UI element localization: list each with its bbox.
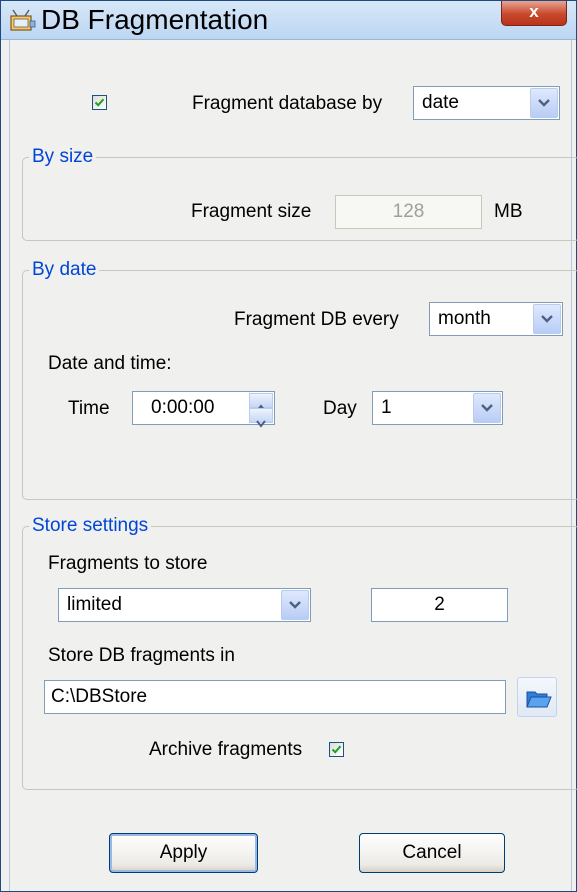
by-size-group: By size xyxy=(22,145,577,241)
chevron-down-icon[interactable] xyxy=(530,88,558,118)
time-value: 0:00:00 xyxy=(151,397,215,418)
store-path-value: C:\DBStore xyxy=(51,686,148,707)
chevron-down-icon xyxy=(256,420,266,428)
store-settings-legend: Store settings xyxy=(29,514,152,538)
fragments-mode-select[interactable]: limited xyxy=(58,588,311,622)
fragment-size-label: Fragment size xyxy=(191,201,312,222)
monitor-icon xyxy=(9,9,37,31)
day-value: 1 xyxy=(381,397,392,418)
title-bar[interactable]: DB Fragmentation x xyxy=(1,1,576,40)
fragment-by-label: Fragment database by xyxy=(192,93,383,114)
open-folder-icon xyxy=(526,691,552,708)
fragments-count-field[interactable]: 2 xyxy=(371,588,508,622)
date-time-label: Date and time: xyxy=(48,353,172,374)
time-label: Time xyxy=(68,398,110,419)
fragment-by-value: date xyxy=(422,92,459,113)
apply-button[interactable]: Apply xyxy=(109,833,258,873)
fragment-size-unit: MB xyxy=(494,201,523,222)
fragment-size-field[interactable]: 128 xyxy=(335,195,482,229)
browse-folder-button[interactable] xyxy=(517,677,557,717)
fragment-every-label: Fragment DB every xyxy=(234,309,399,330)
chevron-down-icon[interactable] xyxy=(473,393,501,423)
fragment-by-select[interactable]: date xyxy=(413,86,560,120)
fragment-every-select[interactable]: month xyxy=(429,302,563,336)
store-path-label: Store DB fragments in xyxy=(48,645,235,666)
fragment-enable-checkbox[interactable] xyxy=(92,95,107,110)
fragments-to-store-label: Fragments to store xyxy=(48,553,208,574)
store-path-field[interactable]: C:\DBStore xyxy=(44,680,506,714)
fragments-count-value: 2 xyxy=(434,594,445,615)
close-icon: x xyxy=(529,2,539,21)
cancel-button[interactable]: Cancel xyxy=(359,833,505,873)
by-date-legend: By date xyxy=(29,258,100,282)
archive-fragments-checkbox[interactable] xyxy=(329,742,344,757)
time-field[interactable]: 0:00:00 xyxy=(132,391,275,428)
time-spinner[interactable] xyxy=(249,393,273,428)
window-title: DB Fragmentation xyxy=(41,4,269,35)
fragments-mode-value: limited xyxy=(67,594,122,615)
chevron-down-icon[interactable] xyxy=(281,590,309,620)
close-button[interactable]: x xyxy=(501,1,567,26)
day-label: Day xyxy=(323,398,357,419)
dialog-body: Fragment database by date By size Fragme… xyxy=(9,40,577,891)
day-select[interactable]: 1 xyxy=(372,391,503,425)
spin-down-button[interactable] xyxy=(249,408,273,428)
fragment-size-value: 128 xyxy=(392,201,425,222)
fragment-every-value: month xyxy=(438,308,491,329)
spin-up-button[interactable] xyxy=(249,393,273,412)
dialog-window: DB Fragmentation x Fragment database by … xyxy=(0,0,577,892)
archive-fragments-label: Archive fragments xyxy=(149,739,303,760)
by-size-legend: By size xyxy=(29,145,97,169)
chevron-down-icon[interactable] xyxy=(533,304,561,334)
